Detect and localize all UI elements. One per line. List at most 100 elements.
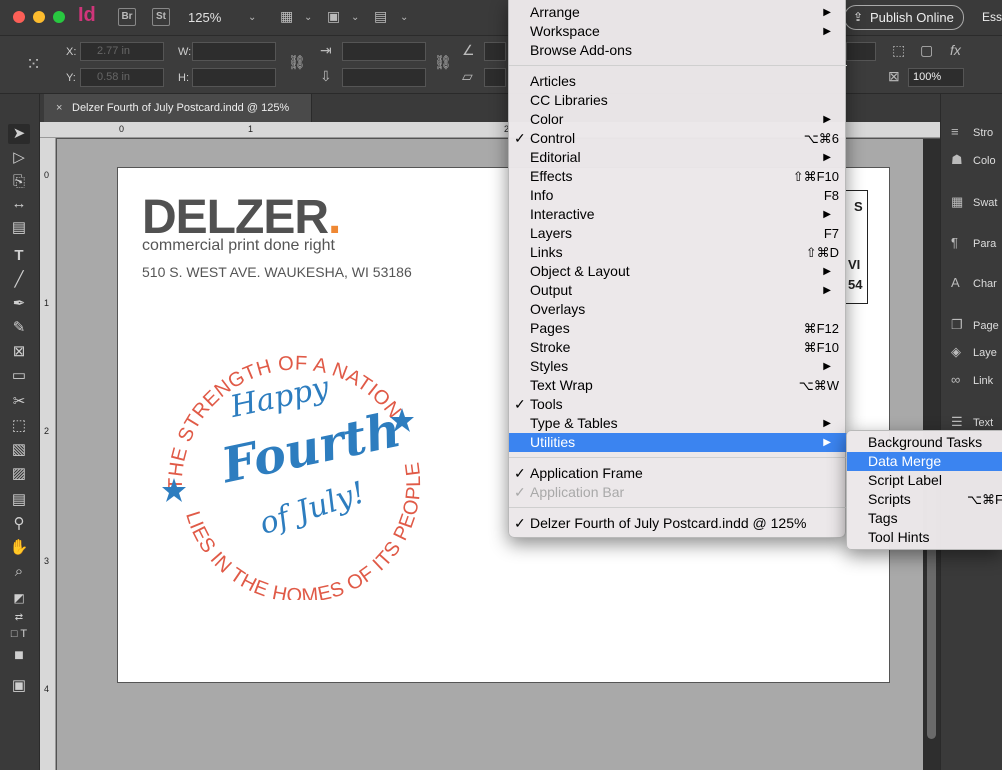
close-window-button[interactable] — [13, 11, 25, 23]
partial-text-frame[interactable]: S VI 54 — [846, 190, 868, 304]
submenu-item-script-label[interactable]: Script Label — [847, 471, 1002, 490]
height-field[interactable] — [192, 68, 276, 87]
menu-item-cc-libraries[interactable]: CC Libraries — [509, 91, 847, 110]
panel-tab-color[interactable]: ☗ Colo — [951, 152, 996, 168]
stroke-weight-field[interactable] — [846, 42, 876, 61]
submenu-item-data-merge[interactable]: Data Merge — [847, 452, 1002, 471]
constrain-proportions-icon[interactable]: ⛓ — [288, 54, 306, 71]
panel-tab-layers[interactable]: ◈ Laye — [951, 344, 997, 360]
chevron-down-icon[interactable]: ⌄ — [400, 12, 408, 23]
shear-field[interactable] — [484, 68, 506, 87]
eyedropper-tool-icon[interactable]: ⚲ — [8, 514, 30, 534]
apply-color-icon[interactable]: ■ — [8, 646, 30, 666]
selection-tool-icon[interactable]: ➤ — [8, 124, 30, 144]
minimize-window-button[interactable] — [33, 11, 45, 23]
submenu-item-scripts[interactable]: Scripts ⌥⌘F — [847, 490, 1002, 509]
panel-tab-paragraph[interactable]: ¶ Para — [951, 235, 996, 250]
panel-tab-swatches[interactable]: ▦ Swat — [951, 194, 997, 210]
bridge-button[interactable]: Br — [118, 8, 136, 26]
menu-item-editorial[interactable]: Editorial ▶ — [509, 148, 847, 167]
menu-item-info[interactable]: Info F8 — [509, 186, 847, 205]
menu-item-articles[interactable]: Articles — [509, 72, 847, 91]
gap-tool-icon[interactable]: ↔ — [8, 194, 30, 214]
menu-item-browse-add-ons[interactable]: Browse Add-ons — [509, 41, 847, 60]
chevron-down-icon[interactable]: ⌄ — [351, 12, 359, 23]
hand-tool-icon[interactable]: ✋ — [8, 538, 30, 558]
effects-icon[interactable]: fx — [950, 42, 961, 58]
vertical-ruler[interactable]: 0 1 2 3 4 — [40, 138, 56, 770]
rectangle-frame-tool-icon[interactable]: ⊠ — [8, 342, 30, 362]
gradient-swatch-tool-icon[interactable]: ▧ — [8, 440, 30, 460]
pencil-tool-icon[interactable]: ✎ — [8, 318, 30, 338]
menu-item-output[interactable]: Output ▶ — [509, 281, 847, 300]
screen-mode-tool-icon[interactable]: ▣ — [8, 676, 30, 696]
free-transform-tool-icon[interactable]: ⬚ — [8, 416, 30, 436]
content-collector-tool-icon[interactable]: ▤ — [8, 218, 30, 238]
opacity-field[interactable]: 100% — [908, 68, 964, 87]
menu-item-links[interactable]: Links ⇧⌘D — [509, 243, 847, 262]
page-tool-icon[interactable]: ⎘ — [8, 172, 30, 192]
menu-item-stroke[interactable]: Stroke ⌘F10 — [509, 338, 847, 357]
menu-item-tools[interactable]: ✓ Tools — [509, 395, 847, 414]
scale-x-field[interactable] — [342, 42, 426, 61]
zoom-tool-icon[interactable]: ⌕ — [8, 562, 30, 582]
gradient-feather-tool-icon[interactable]: ▨ — [8, 464, 30, 484]
view-options-icon[interactable]: ▦ — [280, 8, 293, 25]
zoom-window-button[interactable] — [53, 11, 65, 23]
y-position-field[interactable]: 0.58 in — [80, 68, 164, 87]
document-tab[interactable]: × Delzer Fourth of July Postcard.indd @ … — [44, 94, 312, 122]
type-tool-icon[interactable]: T — [8, 246, 30, 266]
panel-tab-pages[interactable]: ❐ Page — [951, 317, 999, 333]
panel-tab-stroke[interactable]: ≡ Stro — [951, 124, 993, 139]
menu-item-styles[interactable]: Styles ▶ — [509, 357, 847, 376]
arrange-documents-icon[interactable]: ▤ — [374, 8, 387, 25]
fill-stroke-swatch-icon[interactable]: ◩ — [8, 588, 30, 608]
rectangle-tool-icon[interactable]: ▭ — [8, 366, 30, 386]
menu-item-application-frame[interactable]: ✓ Application Frame — [509, 464, 847, 483]
chevron-down-icon[interactable]: ⌄ — [248, 12, 256, 23]
screen-mode-icon[interactable]: ▣ — [327, 8, 340, 25]
menu-item-control[interactable]: ✓ Control ⌥⌘6 — [509, 129, 847, 148]
menu-item-effects[interactable]: Effects ⇧⌘F10 — [509, 167, 847, 186]
menu-item-pages[interactable]: Pages ⌘F12 — [509, 319, 847, 338]
line-tool-icon[interactable]: ╱ — [8, 270, 30, 290]
stock-button[interactable]: St — [152, 8, 170, 26]
reference-point-icon[interactable]: ⁙ — [26, 54, 41, 75]
submenu-item-tags[interactable]: Tags — [847, 509, 1002, 528]
chevron-down-icon[interactable]: ⌄ — [304, 12, 312, 23]
menu-item-layers[interactable]: Layers F7 — [509, 224, 847, 243]
direct-selection-tool-icon[interactable]: ▷ — [8, 148, 30, 168]
scale-y-field[interactable] — [342, 68, 426, 87]
pen-tool-icon[interactable]: ✒ — [8, 294, 30, 314]
menu-item-type-tables[interactable]: Type & Tables ▶ — [509, 414, 847, 433]
fit-frame-icon[interactable]: ⬚ — [892, 42, 905, 59]
workspace-switcher[interactable]: Ess — [982, 10, 1002, 24]
publish-online-button[interactable]: ⇪ Publish Online — [844, 5, 964, 30]
x-position-field[interactable]: 2.77 in — [80, 42, 164, 61]
close-tab-icon[interactable]: × — [56, 94, 62, 122]
menu-item-color[interactable]: Color ▶ — [509, 110, 847, 129]
scissors-tool-icon[interactable]: ✂ — [8, 392, 30, 412]
zoom-level-select[interactable]: 125% — [188, 10, 221, 25]
menu-item-arrange[interactable]: Arrange ▶ — [509, 3, 847, 22]
address-text[interactable]: 510 S. WEST AVE. WAUKESHA, WI 53186 — [142, 264, 412, 280]
panel-tab-links[interactable]: ∞ Link — [951, 372, 993, 387]
menu-item-interactive[interactable]: Interactive ▶ — [509, 205, 847, 224]
drop-shadow-icon[interactable]: ▢ — [920, 42, 933, 59]
brand-tagline[interactable]: commercial print done right — [142, 237, 335, 255]
menu-item-workspace[interactable]: Workspace ▶ — [509, 22, 847, 41]
submenu-item-background-tasks[interactable]: Background Tasks — [847, 433, 1002, 452]
menu-item-utilities[interactable]: Utilities ▶ — [509, 433, 847, 452]
menu-item-open-document[interactable]: ✓ Delzer Fourth of July Postcard.indd @ 1… — [509, 514, 847, 533]
menu-item-text-wrap[interactable]: Text Wrap ⌥⌘W — [509, 376, 847, 395]
rotate-field[interactable] — [484, 42, 506, 61]
submenu-item-tool-hints[interactable]: Tool Hints — [847, 528, 1002, 547]
formatting-affects-container-icon[interactable]: □ T — [8, 624, 30, 644]
constrain-scale-icon[interactable]: ⛓ — [434, 54, 452, 71]
menu-item-object-layout[interactable]: Object & Layout ▶ — [509, 262, 847, 281]
note-tool-icon[interactable]: ▤ — [8, 490, 30, 510]
panel-tab-character[interactable]: A Char — [951, 275, 997, 290]
width-field[interactable] — [192, 42, 276, 61]
panel-tab-text-wrap[interactable]: ☰ Text — [951, 414, 993, 430]
menu-item-overlays[interactable]: Overlays — [509, 300, 847, 319]
